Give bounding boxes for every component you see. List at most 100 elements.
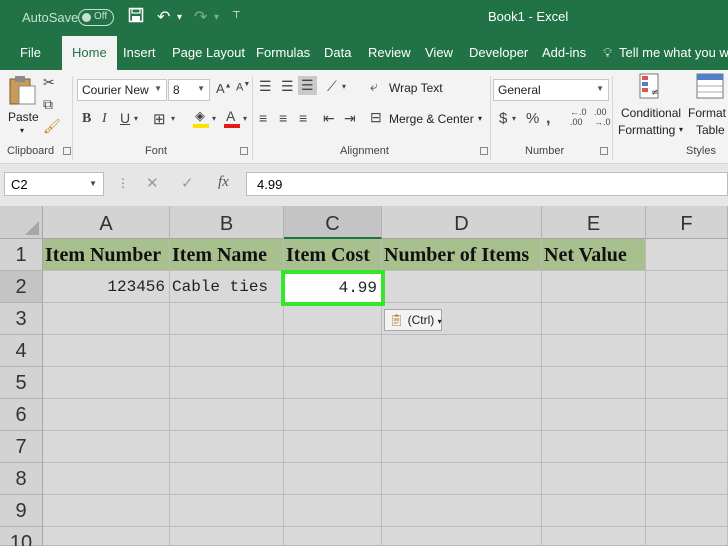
undo-dropdown-icon[interactable]: ▾ <box>177 12 182 23</box>
orientation-dropdown-icon[interactable]: ▾ <box>342 82 346 91</box>
cut-icon[interactable]: ✂ <box>43 74 55 91</box>
orientation-icon[interactable]: ⟋ <box>327 78 337 95</box>
cell-e1[interactable]: Net Value <box>542 239 646 271</box>
bold-icon[interactable]: B <box>82 111 91 127</box>
cell-e2[interactable] <box>542 271 646 303</box>
enter-icon[interactable]: ✓ <box>181 174 194 192</box>
column-header-f[interactable]: F <box>646 206 728 239</box>
undo-icon[interactable]: ↶ <box>157 7 170 27</box>
top-align-icon[interactable]: ☰ <box>259 78 272 95</box>
font-color-dropdown-icon[interactable]: ▾ <box>243 114 247 123</box>
row-header-6[interactable]: 6 <box>0 399 43 431</box>
font-name-select[interactable]: Courier New ▼ <box>77 79 167 101</box>
row-header-2[interactable]: 2 <box>0 271 43 303</box>
cell-a5[interactable] <box>43 367 170 399</box>
row-header-8[interactable]: 8 <box>0 463 43 495</box>
cell-b8[interactable] <box>170 463 284 495</box>
cell-a8[interactable] <box>43 463 170 495</box>
cell-b6[interactable] <box>170 399 284 431</box>
cell-b4[interactable] <box>170 335 284 367</box>
currency-icon[interactable]: $ <box>499 110 507 127</box>
cell-e6[interactable] <box>542 399 646 431</box>
cell-a3[interactable] <box>43 303 170 335</box>
row-header-1[interactable]: 1 <box>0 239 43 271</box>
cell-e5[interactable] <box>542 367 646 399</box>
cell-a2[interactable]: 123456 <box>43 271 170 303</box>
cell-c3[interactable] <box>284 303 382 335</box>
tell-me-search[interactable]: Tell me what you wa <box>619 45 728 60</box>
cell-c7[interactable] <box>284 431 382 463</box>
save-icon[interactable] <box>128 7 144 28</box>
wrap-text-button[interactable]: ⤶ Wrap Text <box>370 78 450 99</box>
row-header-4[interactable]: 4 <box>0 335 43 367</box>
merge-center-button[interactable]: ⊟ Merge & Center ▾ <box>370 109 488 130</box>
borders-icon[interactable]: ⊞ <box>153 110 166 128</box>
decrease-decimal-icon[interactable]: .00 →.0 <box>594 107 611 127</box>
column-header-b[interactable]: B <box>170 206 284 239</box>
cell-f9[interactable] <box>646 495 728 527</box>
cell-f8[interactable] <box>646 463 728 495</box>
redo-dropdown-icon[interactable]: ▾ <box>214 12 219 23</box>
cell-e4[interactable] <box>542 335 646 367</box>
tab-file[interactable]: File <box>20 45 41 60</box>
cell-b2[interactable]: Cable ties <box>170 271 284 303</box>
cell-d8[interactable] <box>382 463 542 495</box>
column-header-a[interactable]: A <box>43 206 170 239</box>
increase-font-icon[interactable]: A▲ <box>216 81 232 96</box>
number-format-select[interactable]: General ▼ <box>493 79 609 101</box>
cell-a4[interactable] <box>43 335 170 367</box>
column-header-e[interactable]: E <box>542 206 646 239</box>
font-size-select[interactable]: 8 ▼ <box>168 79 210 101</box>
borders-dropdown-icon[interactable]: ▾ <box>171 114 175 123</box>
align-right-icon[interactable]: ≡ <box>299 110 307 126</box>
number-launcher-icon[interactable] <box>600 147 608 155</box>
comma-style-icon[interactable]: , <box>546 110 550 128</box>
font-color-icon[interactable]: A <box>224 108 242 128</box>
percent-icon[interactable]: % <box>526 110 539 127</box>
select-all-button[interactable] <box>0 206 43 239</box>
cell-e9[interactable] <box>542 495 646 527</box>
clipboard-launcher-icon[interactable] <box>63 147 71 155</box>
fill-color-icon[interactable]: ◈ <box>193 108 211 128</box>
tab-view[interactable]: View <box>425 45 453 60</box>
cell-c10[interactable] <box>284 527 382 546</box>
cell-e7[interactable] <box>542 431 646 463</box>
insert-function-icon[interactable]: fx <box>218 174 229 191</box>
tab-review[interactable]: Review <box>368 45 411 60</box>
align-left-icon[interactable]: ≡ <box>259 110 267 126</box>
cell-d10[interactable] <box>382 527 542 546</box>
bottom-align-icon[interactable]: ☰ <box>298 76 317 95</box>
cell-d6[interactable] <box>382 399 542 431</box>
cell-c4[interactable] <box>284 335 382 367</box>
row-header-7[interactable]: 7 <box>0 431 43 463</box>
cell-f4[interactable] <box>646 335 728 367</box>
cell-c9[interactable] <box>284 495 382 527</box>
column-header-c[interactable]: C <box>284 206 382 239</box>
currency-dropdown-icon[interactable]: ▾ <box>512 114 516 123</box>
tab-data[interactable]: Data <box>324 45 351 60</box>
row-header-3[interactable]: 3 <box>0 303 43 335</box>
cell-c5[interactable] <box>284 367 382 399</box>
cell-a10[interactable] <box>43 527 170 546</box>
cell-a7[interactable] <box>43 431 170 463</box>
align-center-icon[interactable]: ≡ <box>279 110 287 126</box>
alignment-launcher-icon[interactable] <box>480 147 488 155</box>
conditional-formatting-button[interactable]: ≠ Conditional Formatting ▾ <box>615 73 687 143</box>
tab-add-ins[interactable]: Add-ins <box>542 45 586 60</box>
format-as-table-button[interactable]: Format Table <box>688 73 728 143</box>
formula-input[interactable]: 4.99 <box>246 172 728 196</box>
copy-icon[interactable]: ⧉ <box>43 96 53 113</box>
cell-c6[interactable] <box>284 399 382 431</box>
underline-dropdown-icon[interactable]: ▾ <box>134 114 138 123</box>
paste-button[interactable]: Paste ▾ <box>6 74 40 144</box>
redo-icon[interactable]: ↷ <box>194 7 207 27</box>
cell-d5[interactable] <box>382 367 542 399</box>
cell-b10[interactable] <box>170 527 284 546</box>
cell-f2[interactable] <box>646 271 728 303</box>
autosave-toggle[interactable]: Off <box>78 9 114 26</box>
cell-a9[interactable] <box>43 495 170 527</box>
cell-a6[interactable] <box>43 399 170 431</box>
cell-d4[interactable] <box>382 335 542 367</box>
fill-dropdown-icon[interactable]: ▾ <box>212 114 216 123</box>
tab-formulas[interactable]: Formulas <box>256 45 310 60</box>
